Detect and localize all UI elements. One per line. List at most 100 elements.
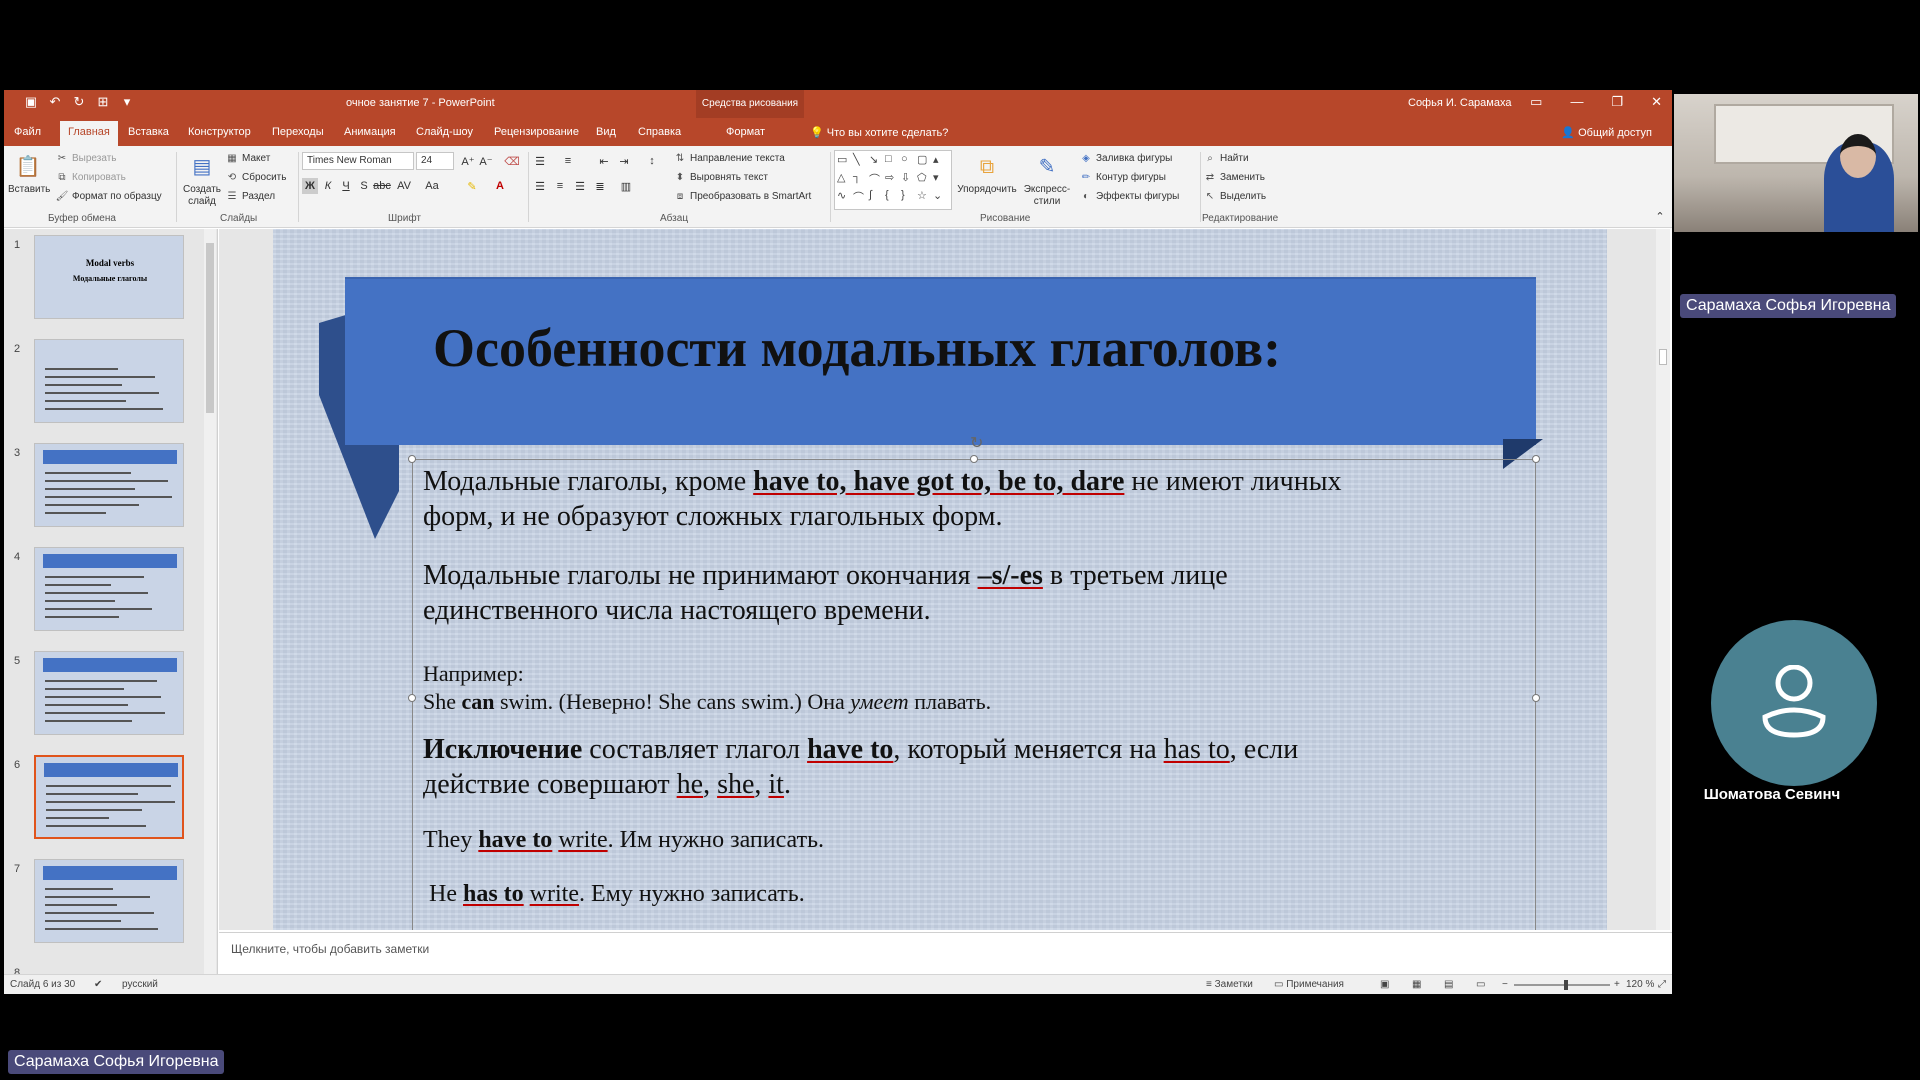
close-icon[interactable]: ✕	[1651, 94, 1662, 110]
justify-icon[interactable]: ≣	[592, 178, 608, 194]
notes-toggle[interactable]: ≡ Заметки	[1206, 979, 1253, 990]
share-button[interactable]: 👤 Общий доступ	[1561, 126, 1652, 139]
replace-button[interactable]: ⇄ Заменить	[1204, 171, 1265, 183]
rectangle-shape-icon[interactable]: □	[885, 153, 901, 171]
shrink-font-icon[interactable]: A⁻	[478, 153, 494, 169]
resize-handle[interactable]	[408, 455, 416, 463]
align-center-icon[interactable]: ≡	[552, 178, 568, 194]
brace-right-icon[interactable]: }	[901, 189, 917, 207]
format-painter-button[interactable]: 🖌 Формат по образцу	[56, 190, 162, 202]
paragraph-2[interactable]: Модальные глаголы не принимают окончания…	[423, 558, 1228, 628]
resize-handle[interactable]	[1532, 694, 1540, 702]
slide-scrollbar[interactable]	[1656, 229, 1670, 930]
slide-thumbnail[interactable]: Modal verbs Модальные глаголы	[34, 235, 184, 319]
slideshow-view-icon[interactable]: ▭	[1476, 979, 1485, 990]
freeform-shape-icon[interactable]: ∿	[837, 189, 853, 207]
slide-thumbnail[interactable]	[34, 859, 184, 943]
rotate-handle-icon[interactable]: ↻	[970, 433, 983, 453]
rounded-rect-shape-icon[interactable]: ▢	[917, 153, 933, 171]
tab-format[interactable]: Формат	[726, 126, 765, 138]
tab-insert[interactable]: Вставка	[128, 126, 169, 138]
section-button[interactable]: ☰ Раздел	[226, 190, 276, 202]
slide-sorter-icon[interactable]: ▦	[1412, 979, 1421, 990]
start-slideshow-icon[interactable]: ⊞	[96, 94, 110, 109]
select-button[interactable]: ↖ Выделить	[1204, 190, 1266, 202]
tab-review[interactable]: Рецензирование	[494, 126, 579, 138]
font-family-select[interactable]: Times New Roman	[302, 152, 414, 170]
paragraph-1[interactable]: Модальные глаголы, кроме have to, have g…	[423, 464, 1342, 534]
tab-design[interactable]: Конструктор	[188, 126, 251, 138]
paragraph-6[interactable]: He has to write. Ему нужно записать.	[429, 880, 805, 908]
spellcheck-icon[interactable]: ✔	[94, 979, 102, 990]
flowchart-shape-icon[interactable]: ⬠	[917, 171, 933, 189]
numbering-icon[interactable]: ≡	[560, 153, 576, 169]
char-spacing-icon[interactable]: AV	[396, 178, 412, 194]
align-text-button[interactable]: ⬍ Выровнять текст	[674, 171, 768, 183]
fit-to-window-icon[interactable]: ⤢	[1658, 979, 1666, 990]
increase-indent-icon[interactable]: ⇥	[616, 153, 632, 169]
scrollbar-thumb[interactable]	[1659, 349, 1667, 365]
textbox-shape-icon[interactable]: ▭	[837, 153, 853, 171]
content-textbox[interactable]: Модальные глаголы, кроме have to, have g…	[408, 455, 1540, 930]
font-size-select[interactable]: 24	[416, 152, 454, 170]
reading-view-icon[interactable]: ▤	[1444, 979, 1453, 990]
language-indicator[interactable]: русский	[122, 979, 158, 990]
line-spacing-icon[interactable]: ↕	[644, 153, 660, 169]
restore-icon[interactable]: ❐	[1611, 94, 1623, 110]
quick-styles-button[interactable]: ✎ Экспресс-стили	[1020, 152, 1074, 208]
customize-qat-icon[interactable]: ▾	[120, 94, 134, 109]
down-arrow-shape-icon[interactable]: ⇩	[901, 171, 917, 189]
tab-animations[interactable]: Анимация	[344, 126, 396, 138]
presenter-video-tile[interactable]	[1674, 94, 1918, 232]
zoom-slider-thumb[interactable]	[1564, 980, 1568, 990]
columns-icon[interactable]: ▥	[618, 178, 634, 194]
scrollbar-thumb[interactable]	[206, 243, 214, 413]
shape-outline-button[interactable]: ✏ Контур фигуры	[1080, 171, 1166, 183]
clear-formatting-icon[interactable]: ⌫	[504, 153, 520, 169]
curve-shape-icon[interactable]: ∫	[869, 189, 885, 207]
star-shape-icon[interactable]: ☆	[917, 189, 933, 207]
arrange-button[interactable]: ⧉ Упорядочить	[956, 152, 1018, 196]
tab-home[interactable]: Главная	[60, 121, 118, 146]
normal-view-icon[interactable]: ▣	[1380, 979, 1389, 990]
line-shape-icon[interactable]: ╲	[853, 153, 869, 171]
highlight-icon[interactable]: ✎	[464, 178, 480, 194]
paragraph-4[interactable]: Исключение составляет глагол have to, ко…	[423, 732, 1298, 802]
gallery-down-icon[interactable]: ▾	[933, 171, 949, 189]
bold-icon[interactable]: Ж	[302, 178, 318, 194]
paragraph-3[interactable]: Например: She can swim. (Неверно! She ca…	[423, 660, 991, 716]
tab-view[interactable]: Вид	[596, 126, 616, 138]
bullets-icon[interactable]: ☰	[532, 153, 548, 169]
tab-slideshow[interactable]: Слайд-шоу	[416, 126, 473, 138]
shape-effects-button[interactable]: ◐ Эффекты фигуры	[1080, 190, 1179, 202]
tab-help[interactable]: Справка	[638, 126, 681, 138]
font-color-icon[interactable]: A	[492, 178, 508, 194]
convert-smartart-button[interactable]: ⧈ Преобразовать в SmartArt	[674, 190, 811, 202]
paragraph-5[interactable]: They have to write. Им нужно записать.	[423, 826, 824, 854]
change-case-icon[interactable]: Aa	[424, 178, 440, 194]
collapse-ribbon-icon[interactable]: ⌃	[1652, 208, 1668, 224]
slide-thumbnail[interactable]	[34, 547, 184, 631]
brace-left-icon[interactable]: {	[885, 189, 901, 207]
tab-transitions[interactable]: Переходы	[272, 126, 324, 138]
gallery-expand-icon[interactable]: ⌄	[933, 189, 949, 207]
slide-thumbnail[interactable]	[34, 339, 184, 423]
minimize-icon[interactable]: —	[1570, 94, 1583, 110]
resize-handle[interactable]	[408, 694, 416, 702]
zoom-slider[interactable]	[1514, 980, 1610, 990]
notes-pane[interactable]: Щелкните, чтобы добавить заметки	[219, 932, 1672, 974]
copy-button[interactable]: ⧉ Копировать	[56, 171, 125, 183]
slide-title[interactable]: Особенности модальных глаголов:	[433, 317, 1281, 379]
text-direction-button[interactable]: ⇅ Направление текста	[674, 152, 785, 164]
zoom-out-icon[interactable]: −	[1502, 979, 1508, 990]
ribbon-display-options-icon[interactable]: ▭	[1530, 94, 1542, 110]
triangle-shape-icon[interactable]: △	[837, 171, 853, 189]
resize-handle[interactable]	[970, 455, 978, 463]
resize-handle[interactable]	[1532, 455, 1540, 463]
layout-button[interactable]: ▦ Макет	[226, 152, 270, 164]
undo-icon[interactable]: ↶	[48, 94, 62, 109]
signed-in-user[interactable]: Софья И. Сарамаха	[1408, 97, 1511, 109]
slide-thumbnail[interactable]	[34, 651, 184, 735]
slide-thumbnail[interactable]	[34, 755, 184, 839]
new-slide-button[interactable]: ▤ Создать слайд	[180, 152, 224, 208]
